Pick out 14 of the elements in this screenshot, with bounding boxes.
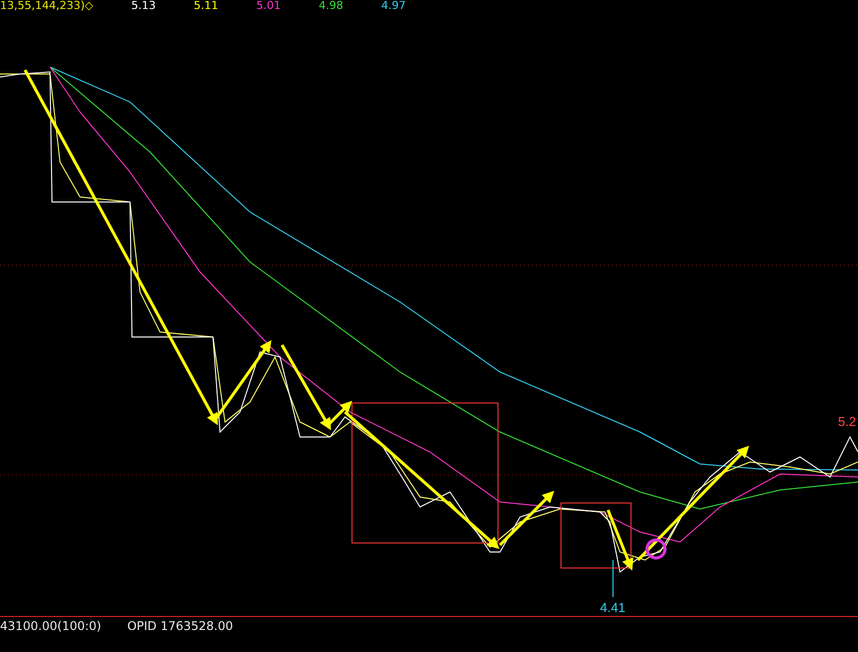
- legend-value: 5.11: [194, 0, 218, 12]
- high-price-label: 5.2: [838, 414, 856, 429]
- volume-value: 43100.00(100:0): [0, 619, 102, 635]
- low-price-label: 4.41: [600, 600, 626, 615]
- highlight-box: [560, 502, 632, 568]
- legend-value: 4.98: [318, 0, 344, 12]
- low-marker-line: [612, 560, 614, 598]
- legend-value: 13,55,144,233)◇: [0, 0, 94, 12]
- trend-arrow: [606, 509, 634, 571]
- legend-value: 5.01: [256, 0, 281, 12]
- legend-value: 5.13: [131, 0, 156, 12]
- highlight-circle: [646, 538, 666, 560]
- legend-value: 4.97: [381, 0, 406, 12]
- opid-value: OPID 1763528.00: [127, 619, 234, 635]
